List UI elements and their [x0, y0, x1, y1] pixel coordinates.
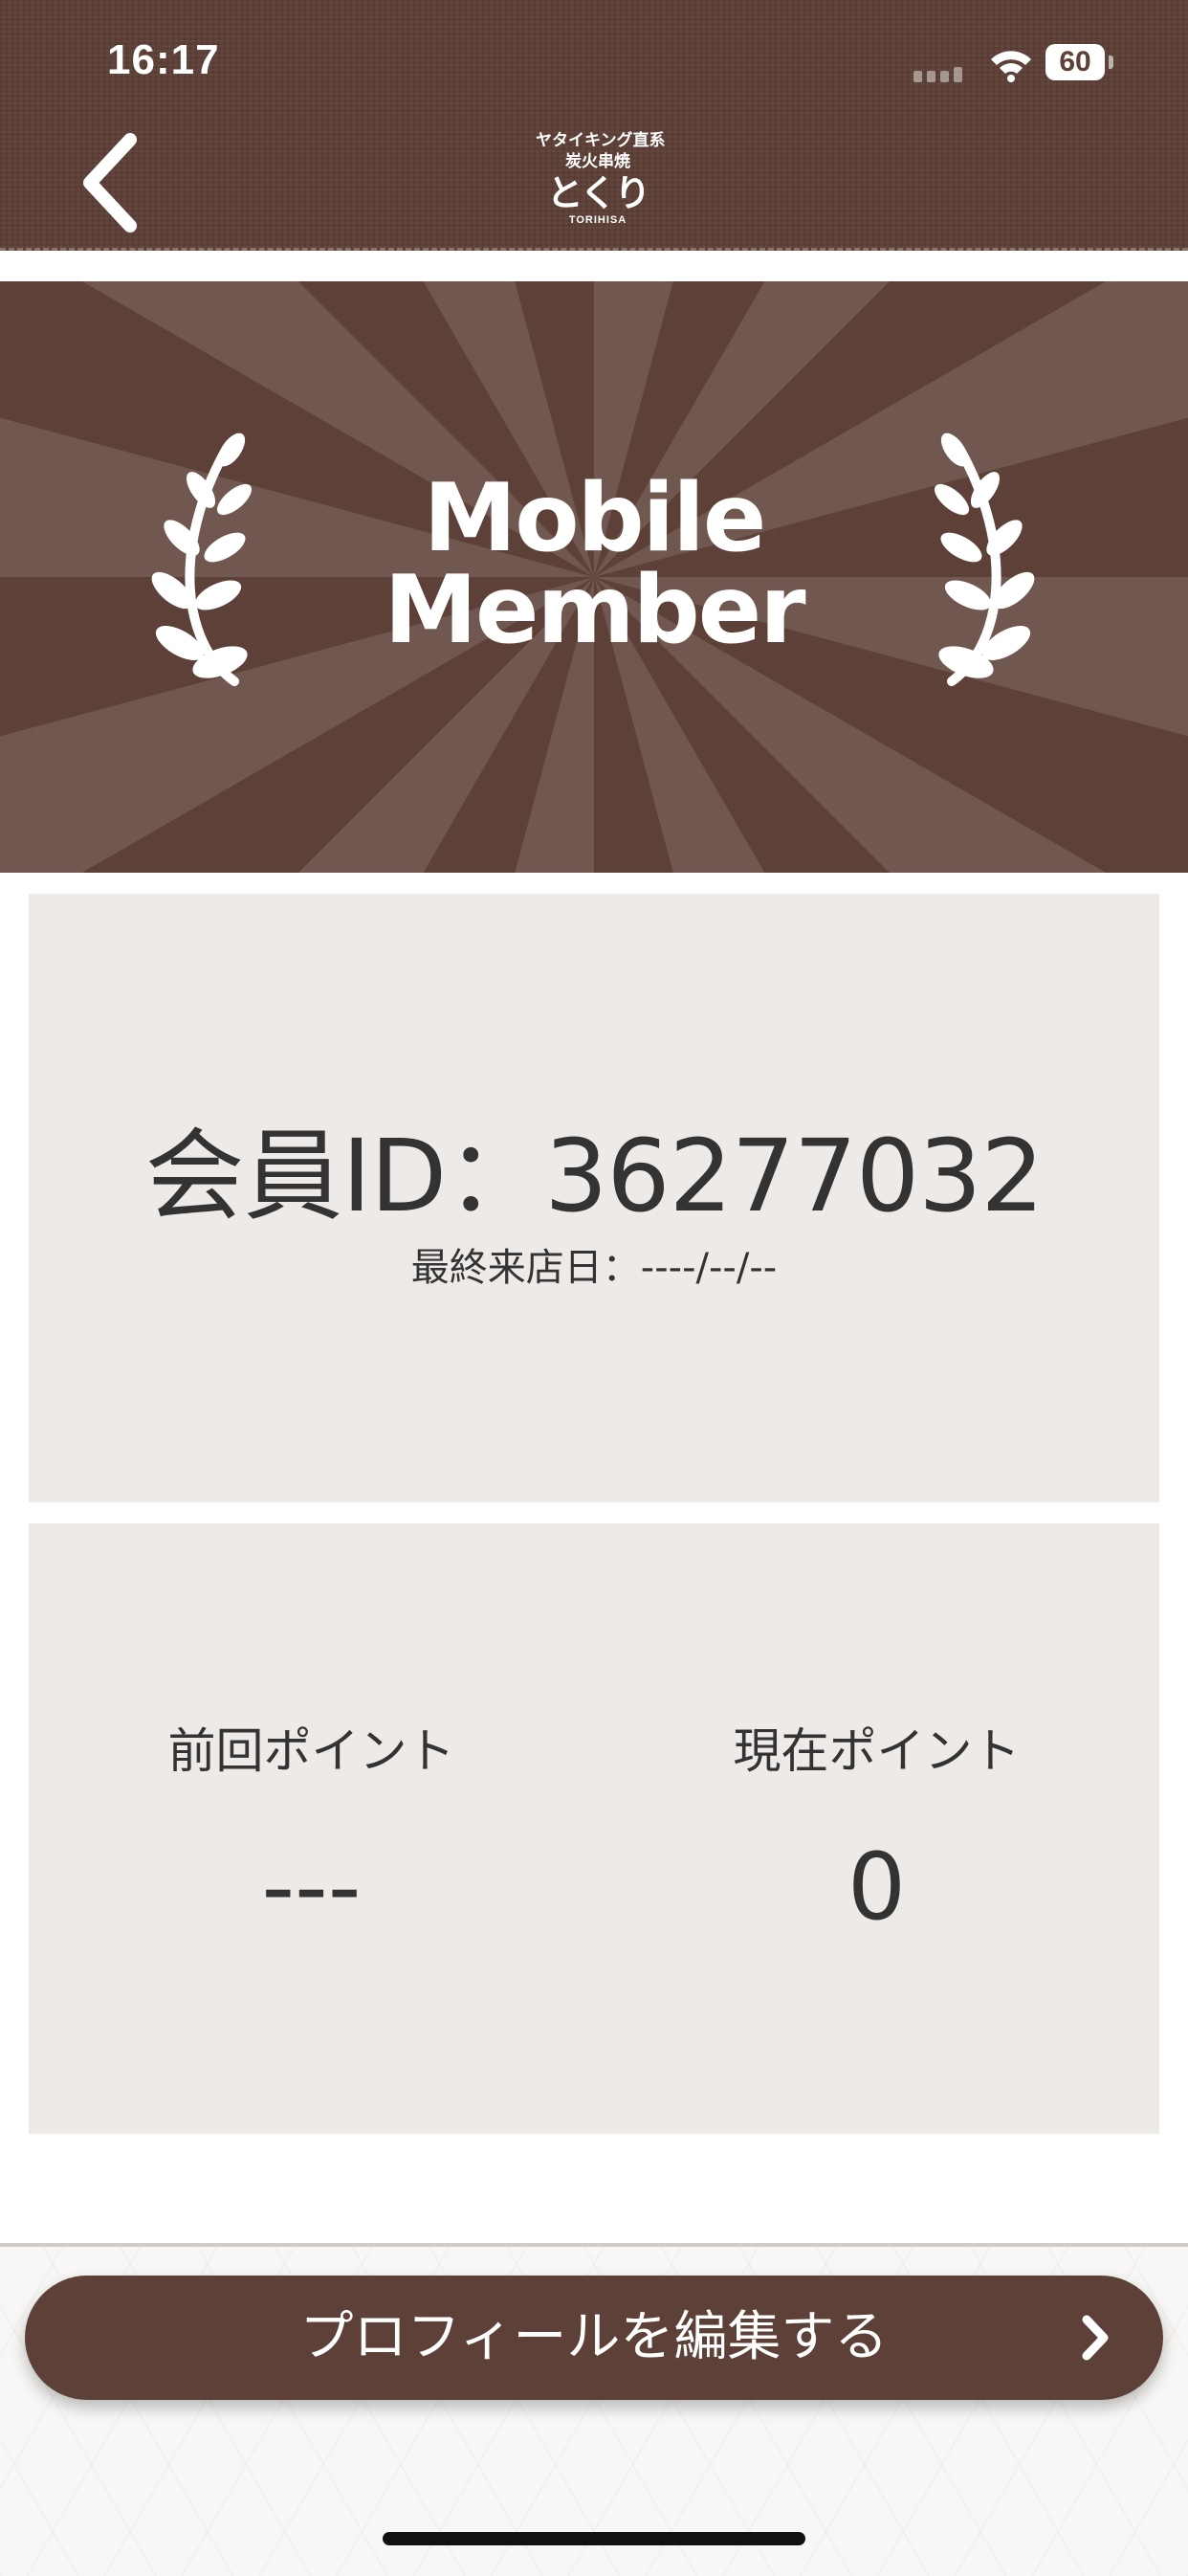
- laurel-right-icon: [934, 433, 1035, 686]
- logo-sub-text: 炭火串焼: [565, 152, 630, 171]
- battery-nub: [1109, 56, 1113, 69]
- status-time: 16:17: [107, 36, 220, 83]
- last-visit-date: 最終来店日：----/--/--: [410, 1246, 778, 1290]
- previous-points-value: ---: [261, 1833, 362, 1941]
- previous-points: 前回ポイント ---: [29, 1713, 594, 1935]
- points-card: 前回ポイント --- 現在ポイント 0: [29, 1523, 1159, 2134]
- previous-points-label: 前回ポイント: [167, 1723, 455, 1779]
- app-header: 16:17 60 ヤタイキング直系 炭火串焼 とくり TORIHISA: [0, 0, 1188, 251]
- current-points: 現在ポイント 0: [594, 1713, 1159, 1935]
- logo-main-text: とくり: [546, 172, 651, 214]
- back-button[interactable]: [77, 130, 163, 235]
- cellular-signal-icon: [913, 67, 962, 82]
- logo-romaji-text: TORIHISA: [568, 214, 627, 226]
- edit-profile-label: プロフィールを編集する: [299, 2306, 889, 2368]
- chevron-right-icon: [1082, 2315, 1109, 2361]
- current-points-value: 0: [847, 1833, 907, 1941]
- wifi-icon: [991, 51, 1031, 82]
- battery-indicator: 60: [1045, 44, 1105, 80]
- edit-profile-button[interactable]: プロフィールを編集する: [25, 2276, 1163, 2400]
- current-points-label: 現在ポイント: [733, 1723, 1021, 1779]
- mobile-member-banner: Mobile Member: [0, 281, 1188, 873]
- home-indicator: [383, 2532, 805, 2545]
- logo-top-text: ヤタイキング直系: [536, 131, 666, 150]
- member-id-card: 会員ID：36277032 最終来店日：----/--/--: [29, 894, 1159, 1502]
- chevron-left-icon: [83, 133, 137, 233]
- brand-logo: ヤタイキング直系 炭火串焼 とくり TORIHISA: [536, 130, 666, 245]
- member-id: 会員ID：36277032: [144, 1118, 1044, 1234]
